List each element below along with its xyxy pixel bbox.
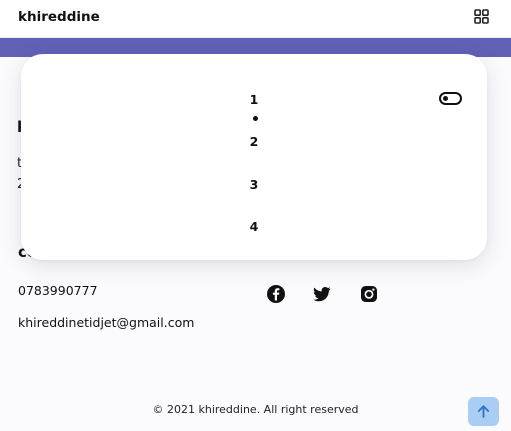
grid-icon[interactable]	[474, 9, 489, 24]
site-header: khireddine	[0, 0, 511, 38]
phone-number[interactable]: 0783990777	[18, 283, 98, 298]
nav-menu-card: 1 2 3 4	[21, 54, 487, 260]
nav-item-3[interactable]: 3	[244, 177, 264, 192]
scroll-to-top-button[interactable]	[468, 397, 499, 426]
toggle-switch-icon[interactable]	[439, 92, 462, 105]
nav-item-4[interactable]: 4	[244, 219, 264, 234]
nav-item-2[interactable]: 2	[244, 134, 264, 149]
nav-item-1[interactable]: 1	[244, 92, 264, 107]
email-address[interactable]: khireddinetidjet@gmail.com	[18, 315, 194, 330]
brand-logo-text[interactable]: khireddine	[18, 9, 100, 25]
facebook-icon[interactable]	[266, 284, 286, 304]
active-indicator-dot	[253, 116, 258, 121]
arrow-up-icon	[477, 405, 490, 418]
instagram-icon[interactable]	[359, 284, 379, 304]
twitter-icon[interactable]	[312, 284, 332, 304]
toggle-knob	[443, 96, 448, 101]
copyright-text: © 2021 khireddine. All right reserved	[152, 403, 359, 416]
